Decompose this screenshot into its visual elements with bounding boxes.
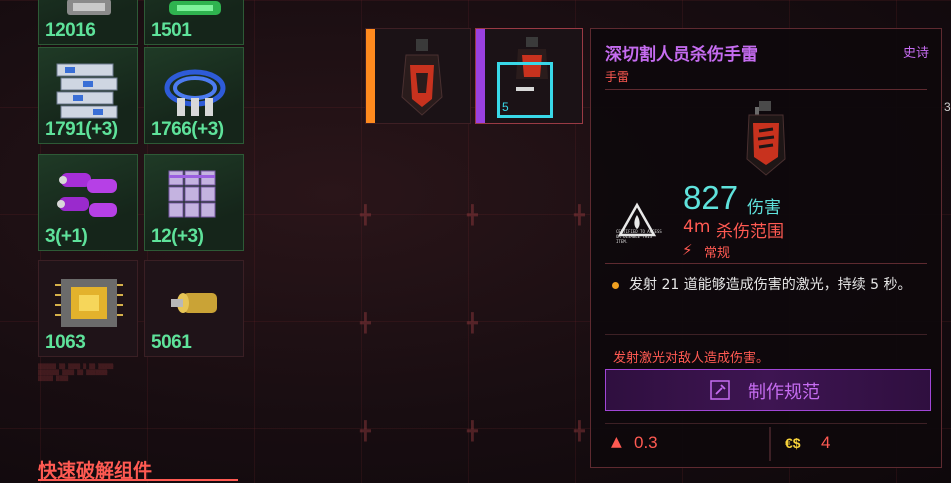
grenade-icon (401, 39, 443, 116)
crafting-spec-label: 制作规范 (748, 382, 820, 403)
inventory-slot[interactable]: 12(+3) (144, 154, 244, 251)
rarity-label: 史诗 (902, 46, 929, 61)
grenade-slot[interactable] (365, 28, 471, 124)
section-underline (38, 479, 238, 481)
item-tooltip: 深切割人员杀伤手雷 史诗 手雷 CERTIFIED TO ACCESS OR D… (590, 28, 942, 468)
divider (605, 334, 927, 335)
bullet-icon (612, 282, 619, 289)
eurodollar-icon: €$ (785, 435, 801, 451)
crosshair-marker: ╋ (574, 421, 585, 442)
price-value: 4 (821, 433, 831, 452)
damage-value: 827 (683, 179, 739, 216)
warning-fine-print: CERTIFIED TO ACCESS OR DISABLE THIS ITEM… (616, 229, 662, 244)
divider (605, 423, 927, 424)
crosshair-marker: ╋ (360, 421, 371, 442)
crosshair-marker: ╋ (467, 313, 478, 334)
cell-stack-icon (168, 170, 216, 218)
crosshair-marker: ╋ (467, 205, 478, 226)
component-icon (67, 0, 111, 15)
item-quantity: 1766(+3) (151, 119, 224, 140)
item-description: 发射激光对敌人造成伤害。 (613, 351, 770, 366)
cylinder-icon (171, 293, 217, 313)
crosshair-marker: ╋ (467, 421, 478, 442)
item-quantity: 12016 (45, 20, 96, 41)
component-icon (169, 1, 221, 15)
weight-value: 0.3 (634, 433, 658, 452)
damage-label: 伤害 (747, 198, 781, 218)
damage-type-icon: ⚡ (682, 241, 693, 259)
slot-rarity-bar (476, 29, 485, 123)
item-quantity: 1791(+3) (45, 119, 118, 140)
item-quantity: 5061 (151, 332, 192, 353)
capacitor-icon (57, 173, 117, 217)
item-title: 深切割人员杀伤手雷 (605, 45, 758, 65)
crosshair-marker: ╋ (574, 205, 585, 226)
weight-icon: ▲ (611, 434, 622, 450)
item-quantity: 3(+1) (45, 226, 88, 247)
circuit-board-icon (56, 63, 118, 119)
item-quantity: 1063 (45, 332, 86, 353)
crosshair-marker: ╋ (360, 205, 371, 226)
inventory-slot[interactable]: 12016 (38, 0, 138, 45)
inventory-slot[interactable]: 1063 (38, 260, 138, 357)
divider (769, 427, 771, 461)
range-label: 杀伤范围 (716, 222, 784, 242)
item-type: 手雷 (605, 70, 630, 84)
divider (605, 89, 927, 90)
range-value: 4m (683, 217, 711, 237)
divider (605, 263, 927, 264)
item-quantity: 12(+3) (151, 226, 204, 247)
crafting-spec-button[interactable]: 制作规范 (605, 369, 931, 411)
edge-number: 3 (944, 100, 951, 114)
item-effect: 发射 21 道能够造成伤害的激光，持续 5 秒。 (629, 277, 912, 293)
cable-icon (164, 69, 226, 116)
slot-count: 5 (502, 100, 509, 114)
grenade-icon (746, 101, 786, 176)
fine-print: ▒▒▒▒▒▒ ▒▒ ▒▒▒▒ ▒ ▒▒ ▒▒▒▒▒ ▒▒▒▒▒▒▒ ▒▒▒▒ ▒▒… (38, 364, 114, 382)
damage-type-label: 常规 (704, 246, 731, 261)
inventory-slot[interactable]: 1501 (144, 0, 244, 45)
inventory-slot[interactable]: 1791(+3) (38, 47, 138, 144)
inventory-slot[interactable]: 5061 (144, 260, 244, 357)
inventory-slot[interactable]: 3(+1) (38, 154, 138, 251)
inventory-slot[interactable]: 1766(+3) (144, 47, 244, 144)
crafting-spec-icon (710, 380, 730, 400)
crosshair-marker: ╋ (360, 313, 371, 334)
item-quantity: 1501 (151, 20, 192, 41)
slot-rarity-bar (366, 29, 375, 123)
chip-icon (55, 279, 123, 327)
